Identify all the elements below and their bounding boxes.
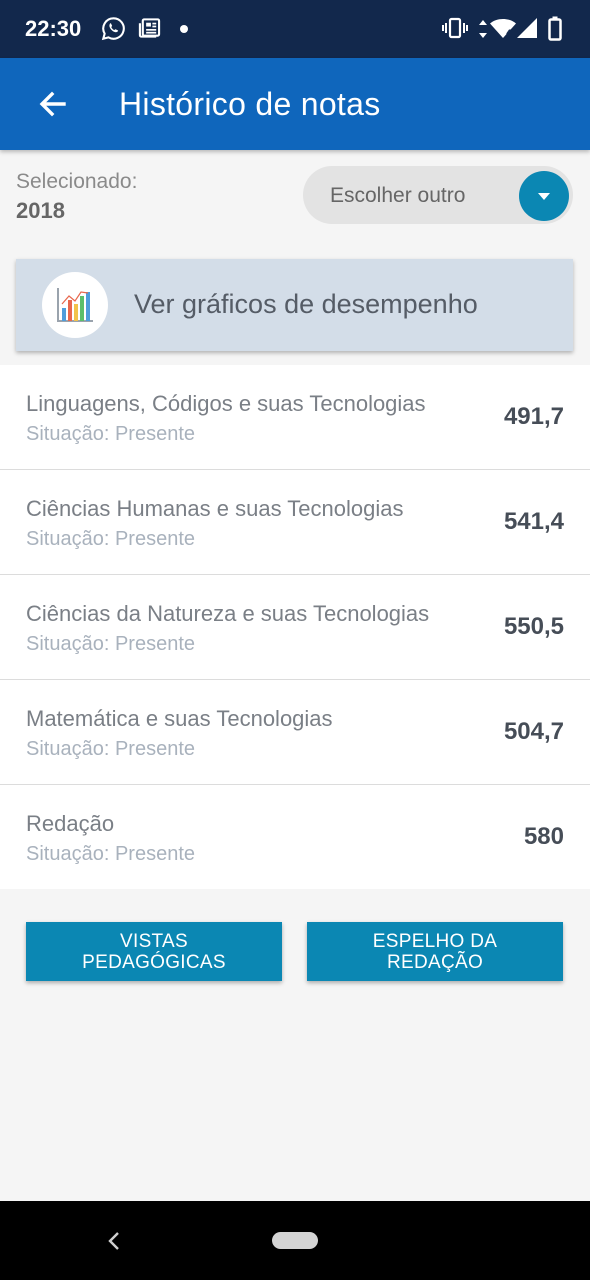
essay-mirror-button[interactable]: ESPELHO DA REDAÇÃO <box>307 922 563 981</box>
nav-back-icon[interactable] <box>104 1230 124 1252</box>
score-value: 550,5 <box>503 613 564 640</box>
score-subject: Redação <box>26 811 115 836</box>
battery-icon <box>548 16 562 41</box>
system-nav-bar <box>0 1201 590 1280</box>
signal-icon <box>517 18 537 38</box>
score-subject: Matemática e suas Tecnologias <box>26 706 333 731</box>
bar-chart-icon <box>57 288 93 322</box>
score-row-linguagens[interactable]: Linguagens, Códigos e suas Tecnologias S… <box>0 365 590 470</box>
notification-dot-icon <box>180 25 188 33</box>
score-row-natureza[interactable]: Ciências da Natureza e suas Tecnologias … <box>0 575 590 680</box>
score-status: Situação: Presente <box>26 738 195 760</box>
whatsapp-icon <box>101 17 125 41</box>
score-status: Situação: Presente <box>26 528 195 550</box>
score-subject: Ciências da Natureza e suas Tecnologias <box>26 601 430 626</box>
pedagogical-views-button[interactable]: VISTAS PEDAGÓGICAS <box>26 922 282 981</box>
score-row-humanas[interactable]: Ciências Humanas e suas Tecnologias Situ… <box>0 470 590 575</box>
data-arrows-icon <box>479 20 487 38</box>
arrow-left-icon <box>39 91 66 117</box>
score-value: 541,4 <box>503 508 564 535</box>
dropdown-toggle[interactable] <box>519 171 569 221</box>
graph-icon-circle <box>42 272 108 338</box>
score-subject: Ciências Humanas e suas Tecnologias <box>26 496 404 521</box>
scores-list: Linguagens, Códigos e suas Tecnologias S… <box>0 365 590 889</box>
caret-down-icon <box>538 193 550 200</box>
score-value: 504,7 <box>503 718 564 745</box>
score-value: 580 <box>523 823 564 850</box>
performance-graphs-label: Ver gráficos de desempenho <box>134 289 478 319</box>
wifi-icon: 4 <box>490 19 516 39</box>
score-value: 491,7 <box>503 403 564 430</box>
wifi-generation-label: 4 <box>506 29 512 39</box>
score-row-redacao[interactable]: Redação Situação: Presente 580 <box>0 785 590 890</box>
performance-graphs-button[interactable]: Ver gráficos de desempenho <box>16 259 573 351</box>
selected-label: Selecionado: <box>16 170 138 193</box>
score-status: Situação: Presente <box>26 423 195 445</box>
score-subject: Linguagens, Códigos e suas Tecnologias <box>26 391 426 416</box>
page-title: Histórico de notas <box>119 86 381 122</box>
status-bar: 22:30 4 <box>0 0 590 58</box>
news-icon <box>138 18 161 38</box>
score-status: Situação: Presente <box>26 633 195 655</box>
vibrate-icon <box>442 17 468 39</box>
status-time: 22:30 <box>25 16 82 41</box>
back-button[interactable] <box>22 78 82 130</box>
choose-another-button[interactable]: Escolher outro <box>303 166 573 224</box>
choose-another-label: Escolher outro <box>330 184 466 207</box>
score-status: Situação: Presente <box>26 843 195 865</box>
app-bar: Histórico de notas <box>0 58 590 150</box>
nav-home-pill-icon[interactable] <box>272 1232 318 1249</box>
selected-year: 2018 <box>16 198 65 223</box>
score-row-matematica[interactable]: Matemática e suas Tecnologias Situação: … <box>0 680 590 785</box>
